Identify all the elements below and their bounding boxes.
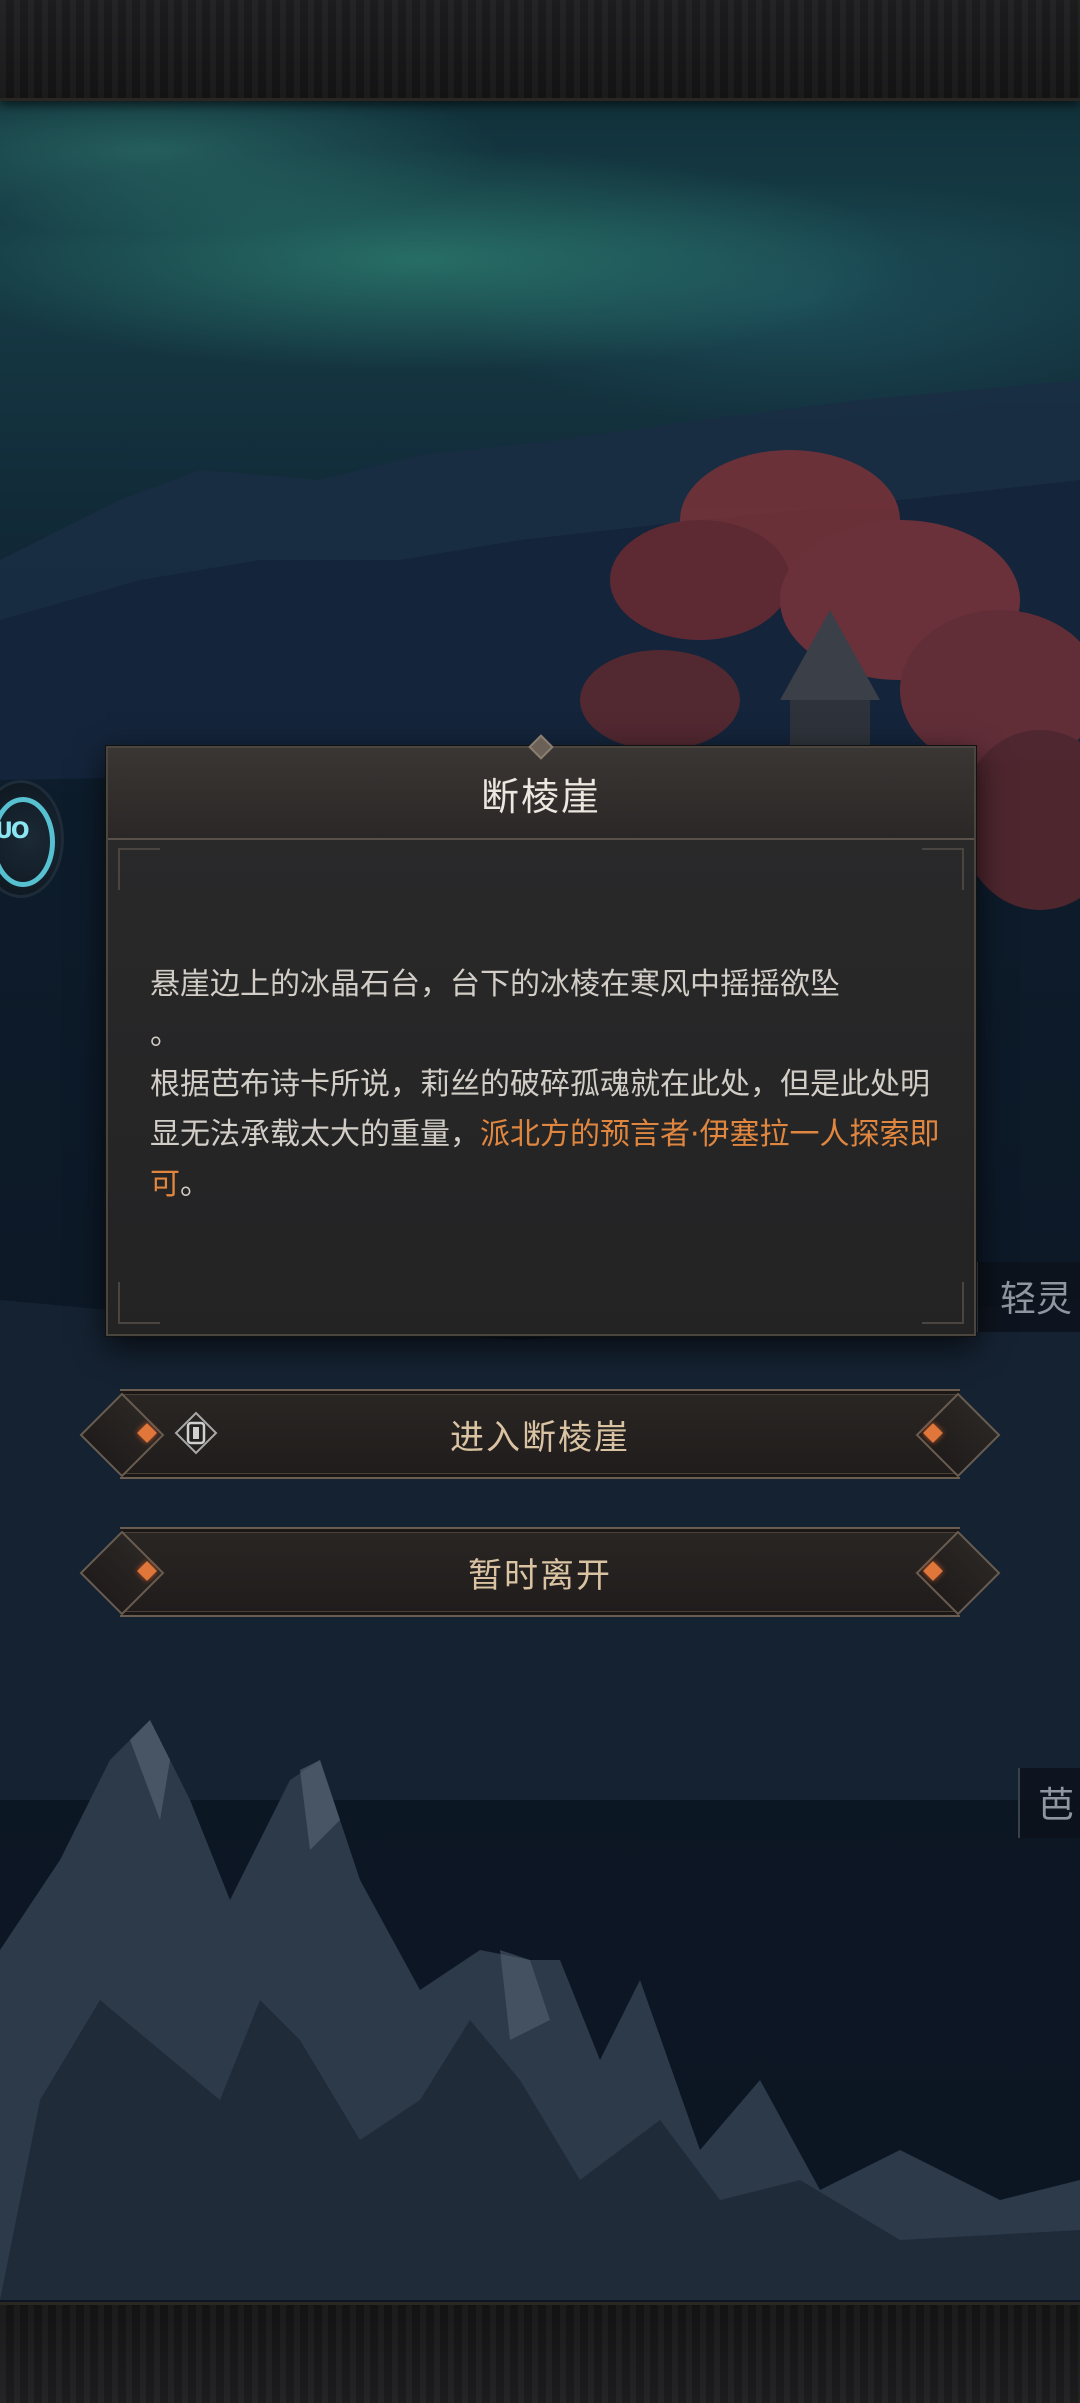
side-node-label-a[interactable]: 轻灵 bbox=[975, 1262, 1080, 1332]
location-dialog: 断棱崖 悬崖边上的冰晶石台，台下的冰棱在寒风中摇摇欲坠。 根据芭布诗卡所说，莉丝… bbox=[106, 734, 976, 1336]
corner-ornament bbox=[922, 1282, 964, 1324]
description-line-2: 根据芭布诗卡所说，莉丝的破碎孤魂就在此处，但是此处明显无法承载太大的重量，派北方… bbox=[150, 1060, 940, 1210]
enter-location-button[interactable]: 进入断棱崖 bbox=[120, 1389, 960, 1479]
side-node-label-b[interactable]: 芭 bbox=[1017, 1768, 1080, 1838]
diamond-icon bbox=[137, 1561, 157, 1581]
description-text-1-end: 。 bbox=[150, 1017, 180, 1052]
corner-ornament bbox=[118, 1282, 160, 1324]
diamond-icon bbox=[923, 1423, 943, 1443]
leave-button[interactable]: 暂时离开 bbox=[120, 1527, 960, 1617]
top-frame-border bbox=[0, 0, 1080, 101]
diamond-icon bbox=[137, 1423, 157, 1443]
enter-button-label: 进入断棱崖 bbox=[450, 1417, 630, 1458]
bottom-frame-border bbox=[0, 2302, 1080, 2403]
corner-ornament bbox=[118, 848, 160, 890]
corner-ornament bbox=[922, 848, 964, 890]
description-text-2-end: 。 bbox=[180, 1167, 210, 1202]
dialog-title: 断棱崖 bbox=[480, 774, 601, 819]
description-text-1: 悬崖边上的冰晶石台，台下的冰棱在寒风中摇摇欲坠 bbox=[150, 967, 840, 1002]
diamond-icon bbox=[923, 1561, 943, 1581]
description-line-1: 悬崖边上的冰晶石台，台下的冰棱在寒风中摇摇欲坠。 bbox=[150, 960, 940, 1060]
avatar-text: UO bbox=[0, 819, 30, 844]
dialog-header: 断棱崖 bbox=[108, 734, 974, 840]
single-hero-icon bbox=[174, 1411, 218, 1455]
dialog-description: 悬崖边上的冰晶石台，台下的冰棱在寒风中摇摇欲坠。 根据芭布诗卡所说，莉丝的破碎孤… bbox=[150, 960, 940, 1210]
leave-button-label: 暂时离开 bbox=[468, 1555, 612, 1596]
